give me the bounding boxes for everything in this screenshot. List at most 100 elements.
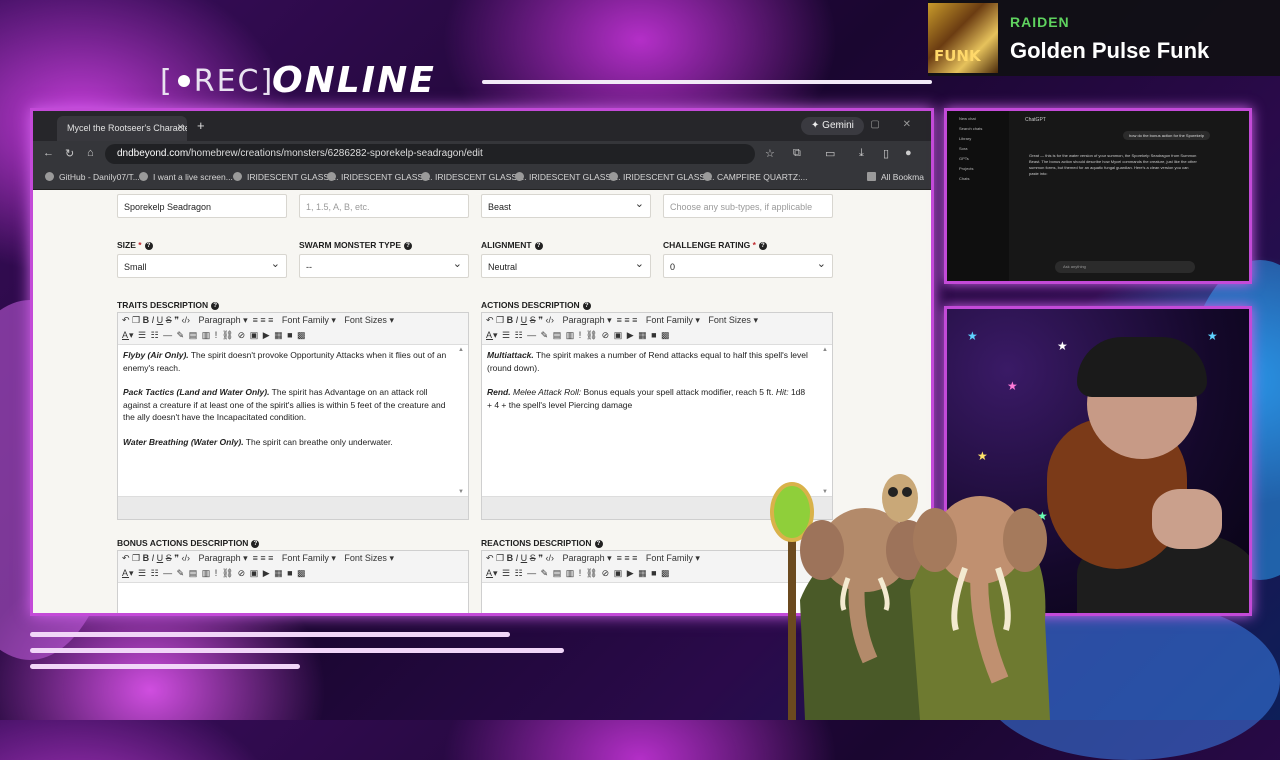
help-icon: ? bbox=[251, 540, 260, 548]
sidebar-item[interactable]: Sora bbox=[959, 146, 1009, 151]
user-message: how do the bonus action for the Sporekel… bbox=[1123, 131, 1210, 140]
window-controls[interactable]: — ▢ ✕ bbox=[838, 119, 921, 130]
rec-label: REC bbox=[193, 64, 261, 99]
elephant-druid-mascots bbox=[770, 474, 1050, 720]
bookmark-favicon-icon bbox=[327, 172, 336, 181]
bookmark-item[interactable]: GitHub - Danily07/T... bbox=[45, 172, 140, 182]
chatgpt-window: New chat Search chats Library Sora GPTs … bbox=[944, 108, 1252, 284]
rec-indicator: [REC] bbox=[160, 64, 275, 99]
star-icon: ★ bbox=[1057, 339, 1068, 353]
help-icon: ? bbox=[144, 242, 153, 250]
monster-type-select[interactable]: Beast bbox=[481, 192, 651, 218]
paragraph-dropdown[interactable]: Paragraph bbox=[563, 553, 605, 563]
monster-name-input[interactable]: Sporekelp Seadragon bbox=[117, 194, 287, 218]
streamer-hand bbox=[1152, 489, 1222, 549]
divider-line bbox=[482, 80, 932, 84]
back-icon[interactable]: ← bbox=[43, 147, 54, 159]
chat-sidebar: New chat Search chats Library Sora GPTs … bbox=[947, 111, 1009, 281]
swarm-label: SWARM MONSTER TYPE? bbox=[299, 240, 413, 250]
address-bar[interactable]: dndbeyond.com/homebrew/creations/monster… bbox=[105, 144, 755, 164]
elephant-left bbox=[800, 508, 930, 720]
bookmark-star-icon[interactable]: ☆ bbox=[765, 147, 775, 160]
bookmark-favicon-icon bbox=[703, 172, 712, 181]
font-size-dropdown[interactable]: Font Sizes bbox=[344, 315, 387, 325]
bookmarks-bar: GitHub - Danily07/T... I want a live scr… bbox=[33, 167, 931, 190]
star-icon: ★ bbox=[967, 329, 978, 343]
bookmark-favicon-icon bbox=[139, 172, 148, 181]
download-icon[interactable]: ⤓ bbox=[859, 147, 864, 160]
bookmark-item[interactable]: IRIDESCENT GLASS:... bbox=[515, 172, 620, 182]
paragraph-dropdown[interactable]: Paragraph bbox=[563, 315, 605, 325]
bookmark-item[interactable]: CAMPFIRE QUARTZ:... bbox=[703, 172, 808, 182]
sidebar-item[interactable]: GPTs bbox=[959, 156, 1009, 161]
bonus-actions-editor[interactable]: ↶ ❐ B I U S ❞ ‹/› Paragraph ▾ ≡ ≡ ≡ Font… bbox=[117, 550, 469, 613]
font-family-dropdown[interactable]: Font Family bbox=[646, 315, 693, 325]
now-playing-title: Golden Pulse Funk bbox=[1010, 38, 1210, 63]
sidebar-item[interactable]: Library bbox=[959, 136, 1009, 141]
cast-icon[interactable]: ▭ bbox=[825, 147, 835, 160]
help-icon: ? bbox=[594, 540, 603, 548]
now-playing-widget: FUNK RAIDEN Golden Pulse Funk bbox=[928, 0, 1280, 76]
decor-bar bbox=[30, 648, 564, 653]
paragraph-dropdown[interactable]: Paragraph bbox=[199, 553, 241, 563]
editor-toolbar: ↶ ❐ B I U S ❞ ‹/› Paragraph ▾ ≡ ≡ ≡ Font… bbox=[482, 313, 832, 345]
sidebar-item[interactable]: New chat bbox=[959, 116, 1009, 121]
traits-editor[interactable]: ↶ ❐ B I U S ❞ ‹/› Paragraph ▾ ≡ ≡ ≡ Font… bbox=[117, 312, 469, 520]
actions-label: ACTIONS DESCRIPTION? bbox=[481, 300, 591, 310]
alignment-label: ALIGNMENT? bbox=[481, 240, 543, 250]
traits-content[interactable]: Flyby (Air Only). The spirit doesn't pro… bbox=[118, 345, 468, 448]
help-icon: ? bbox=[758, 242, 767, 250]
sidebar-item[interactable]: Chats bbox=[959, 176, 1009, 181]
url-path: /homebrew/creations/monsters/6286282-spo… bbox=[188, 148, 483, 159]
rec-dot-icon bbox=[177, 75, 190, 87]
chat-input[interactable]: Ask anything bbox=[1055, 261, 1195, 273]
online-label: ONLINE bbox=[272, 60, 436, 101]
all-bookmarks[interactable]: All Bookma bbox=[867, 172, 924, 182]
bookmark-favicon-icon bbox=[609, 172, 618, 181]
challenge-rating-label: CHALLENGE RATING *? bbox=[663, 240, 767, 250]
font-size-dropdown[interactable]: Font Sizes bbox=[708, 315, 751, 325]
assistant-message: Great — this is for the water version of… bbox=[1029, 153, 1197, 176]
bookmark-item[interactable]: IRIDESCENT GLASS:... bbox=[609, 172, 714, 182]
size-select[interactable]: Small bbox=[117, 252, 287, 278]
help-icon: ? bbox=[582, 302, 591, 310]
browser-tab[interactable]: Mycel the Rootseer's Characte bbox=[57, 116, 187, 141]
extensions-icon[interactable]: ⧉ bbox=[793, 147, 801, 160]
font-family-dropdown[interactable]: Font Family bbox=[282, 553, 329, 563]
nav-bar: ← ↻ ⌂ dndbeyond.com/homebrew/creations/m… bbox=[33, 141, 931, 167]
sidebar-icon[interactable]: ▯ bbox=[883, 147, 889, 160]
font-size-dropdown[interactable]: Font Sizes bbox=[344, 553, 387, 563]
sidebar-item[interactable]: Projects bbox=[959, 166, 1009, 171]
star-icon: ★ bbox=[1007, 379, 1018, 393]
sidebar-item[interactable]: Search chats bbox=[959, 126, 1009, 131]
new-tab-icon[interactable]: + bbox=[197, 118, 205, 133]
size-variants-input[interactable]: 1, 1.5, A, B, etc. bbox=[299, 194, 469, 218]
alignment-select[interactable]: Neutral bbox=[481, 252, 651, 278]
bookmark-item[interactable]: I want a live screen... bbox=[139, 172, 233, 182]
paragraph-dropdown[interactable]: Paragraph bbox=[199, 315, 241, 325]
close-tab-icon[interactable]: × bbox=[177, 120, 184, 134]
challenge-rating-select[interactable]: 0 bbox=[663, 252, 833, 278]
profile-icon[interactable]: ● bbox=[905, 147, 912, 159]
subtypes-select[interactable]: Choose any sub-types, if applicable bbox=[663, 194, 833, 218]
home-icon[interactable]: ⌂ bbox=[87, 147, 94, 159]
url-domain: dndbeyond.com bbox=[117, 148, 189, 159]
actions-content[interactable]: Multiattack. The spirit makes a number o… bbox=[482, 345, 832, 411]
font-family-dropdown[interactable]: Font Family bbox=[282, 315, 329, 325]
album-art-text: FUNK bbox=[934, 47, 981, 65]
streamer-cap bbox=[1077, 337, 1207, 397]
bonus-actions-label: BONUS ACTIONS DESCRIPTION? bbox=[117, 538, 260, 548]
reload-icon[interactable]: ↻ bbox=[65, 147, 74, 160]
editor-toolbar: ↶ ❐ B I U S ❞ ‹/› Paragraph ▾ ≡ ≡ ≡ Font… bbox=[118, 313, 468, 345]
bookmark-item[interactable]: IRIDESCENT GLASS:... bbox=[327, 172, 432, 182]
bookmark-item[interactable]: IRIDESCENT GLASS:... bbox=[421, 172, 526, 182]
help-icon: ? bbox=[534, 242, 543, 250]
font-family-dropdown[interactable]: Font Family bbox=[646, 553, 693, 563]
traits-label: TRAITS DESCRIPTION? bbox=[117, 300, 220, 310]
swarm-select[interactable]: -- bbox=[299, 252, 469, 278]
editor-scrollbar[interactable] bbox=[458, 347, 466, 495]
bookmark-favicon-icon bbox=[233, 172, 242, 181]
github-icon bbox=[45, 172, 54, 181]
bookmark-item[interactable]: IRIDESCENT GLASS:... bbox=[233, 172, 338, 182]
now-playing-artist: RAIDEN bbox=[1010, 14, 1070, 30]
